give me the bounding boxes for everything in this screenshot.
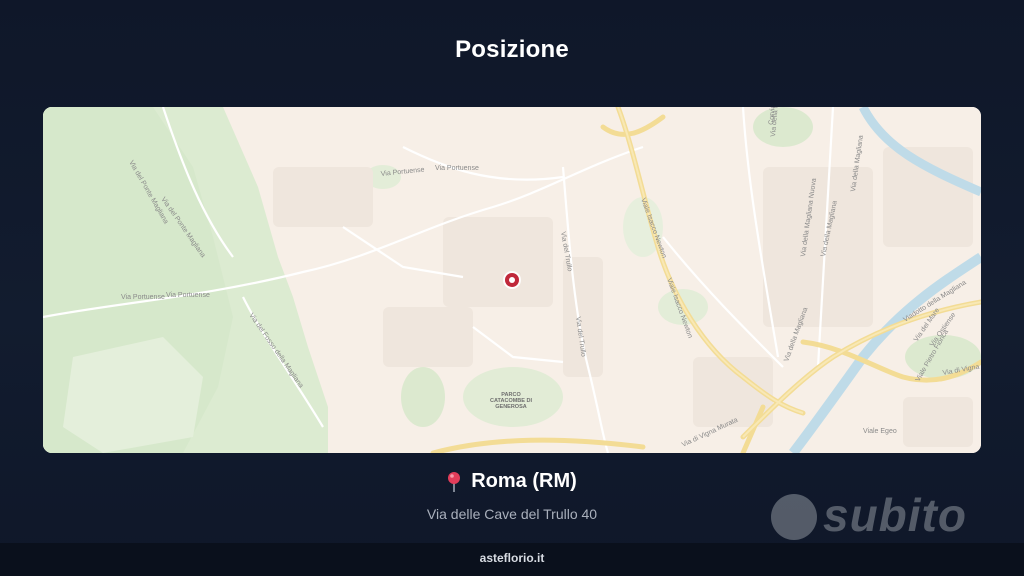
- footer-site[interactable]: asteflorio.it: [480, 551, 545, 565]
- page: Posizione Via Portuense Via Portuense Vi…: [0, 0, 1024, 576]
- label-via-portuense-left-2: Via Portuense: [166, 292, 210, 299]
- city-row: Roma (RM): [447, 470, 577, 493]
- label-park-line3: GENEROSA: [495, 404, 527, 410]
- park-small-2: [753, 107, 813, 147]
- map-canvas[interactable]: Via Portuense Via Portuense Via Portuens…: [43, 107, 981, 453]
- label-via-portuense-top-2: Via Portuense: [435, 165, 479, 172]
- map-pin-icon: [447, 471, 461, 493]
- subito-logo: subito: [771, 489, 976, 544]
- map[interactable]: Via Portuense Via Portuense Via Portuens…: [43, 107, 981, 453]
- city-name: Roma (RM): [471, 470, 577, 492]
- subito-logo-text: subito: [823, 489, 967, 541]
- label-via-portuense-left: Via Portuense: [121, 294, 165, 301]
- location-marker-icon[interactable]: [503, 271, 521, 289]
- subito-logo-icon: [771, 494, 817, 540]
- page-title: Posizione: [455, 36, 569, 63]
- label-viale-egeo: Viale Egeo: [863, 428, 897, 435]
- park-small-1: [401, 367, 445, 427]
- footer: asteflorio.it: [0, 543, 1024, 576]
